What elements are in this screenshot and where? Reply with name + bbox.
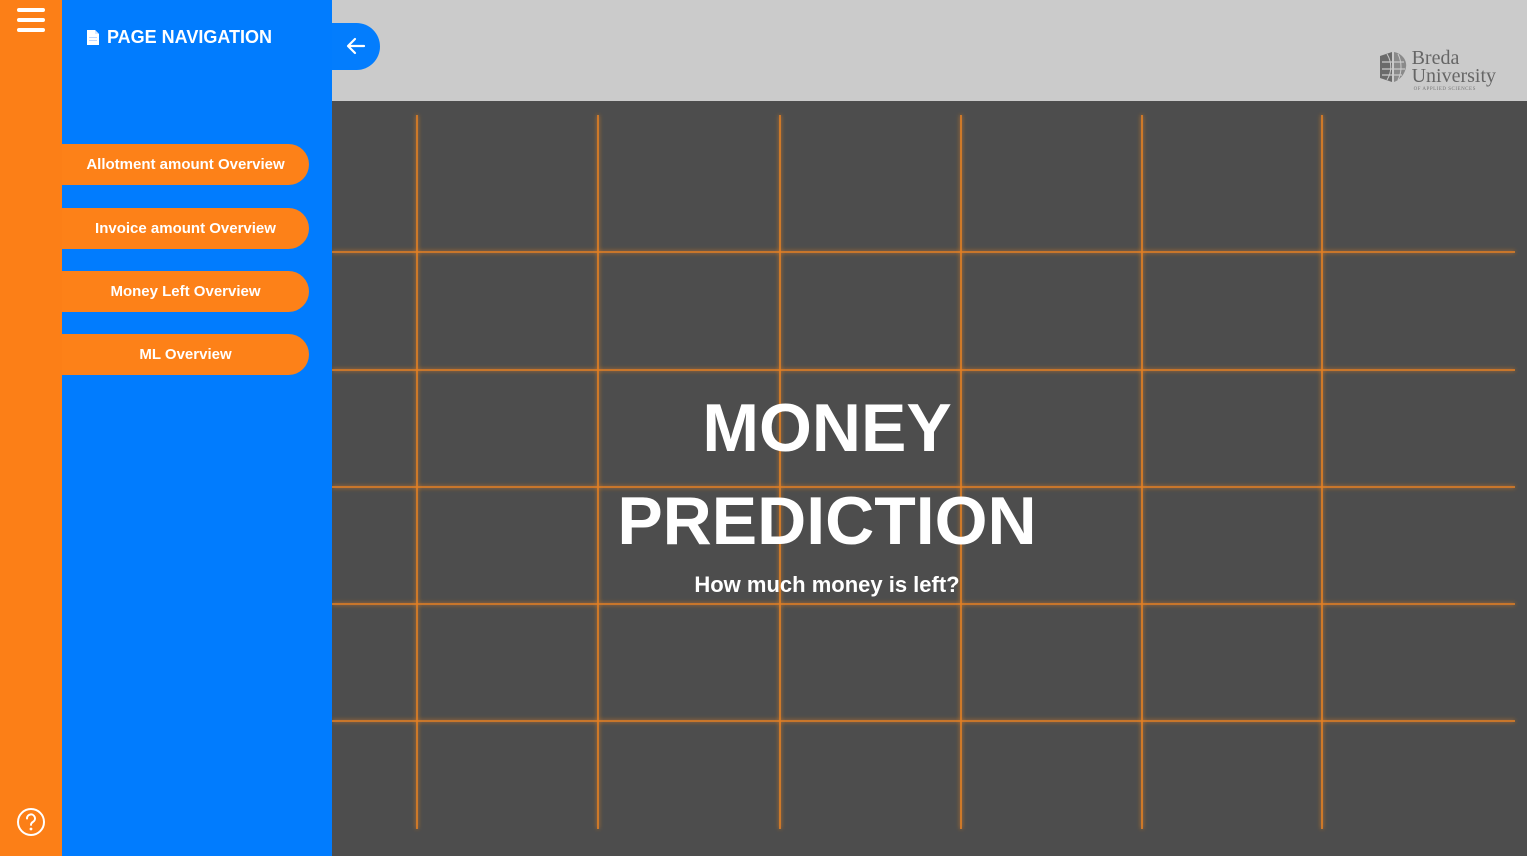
university-logo-mark	[1379, 52, 1406, 82]
main-canvas: MONEY PREDICTION How much money is left?	[332, 101, 1527, 856]
app-rail	[0, 0, 62, 856]
document-icon	[87, 30, 99, 45]
nav-button-ml-overview[interactable]: ML Overview	[62, 334, 309, 375]
page-navigation-label: PAGE NAVIGATION	[107, 27, 273, 47]
top-bar: Breda University OF APPLIED SCIENCES	[332, 0, 1527, 101]
nav-button-money-left-overview[interactable]: Money Left Overview	[62, 271, 309, 312]
hero-section: MONEY PREDICTION How much money is left?	[332, 101, 1322, 856]
question-circle-icon[interactable]	[16, 807, 46, 837]
hero-title-line1: MONEY	[702, 390, 952, 466]
page-navigation-title: PAGE NAVIGATION	[86, 27, 272, 48]
back-button[interactable]	[332, 23, 380, 70]
breda-university-logo: Breda University OF APPLIED SCIENCES	[1378, 48, 1496, 92]
logo-text-university: University	[1411, 65, 1496, 87]
hamburger-icon[interactable]	[17, 8, 45, 34]
page-navigation-panel: PAGE NAVIGATION Allotment amount Overvie…	[62, 0, 332, 856]
hero-title-line2: PREDICTION	[617, 483, 1037, 559]
nav-button-allotment-amount-overview[interactable]: Allotment amount Overview	[62, 144, 309, 185]
arrow-left-icon	[346, 37, 366, 55]
logo-text-applied-sciences: OF APPLIED SCIENCES	[1413, 87, 1476, 92]
nav-button-invoice-amount-overview[interactable]: Invoice amount Overview	[62, 208, 309, 249]
hero-subtitle: How much money is left?	[694, 572, 960, 597]
